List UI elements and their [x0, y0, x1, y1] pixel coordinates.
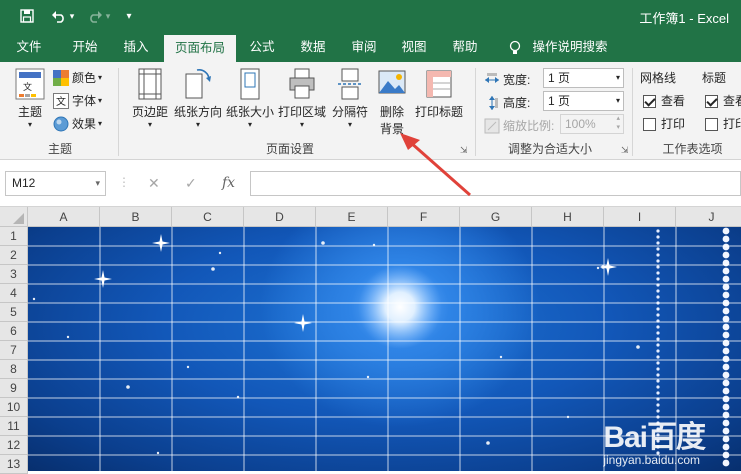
annotation-arrow	[400, 133, 471, 197]
